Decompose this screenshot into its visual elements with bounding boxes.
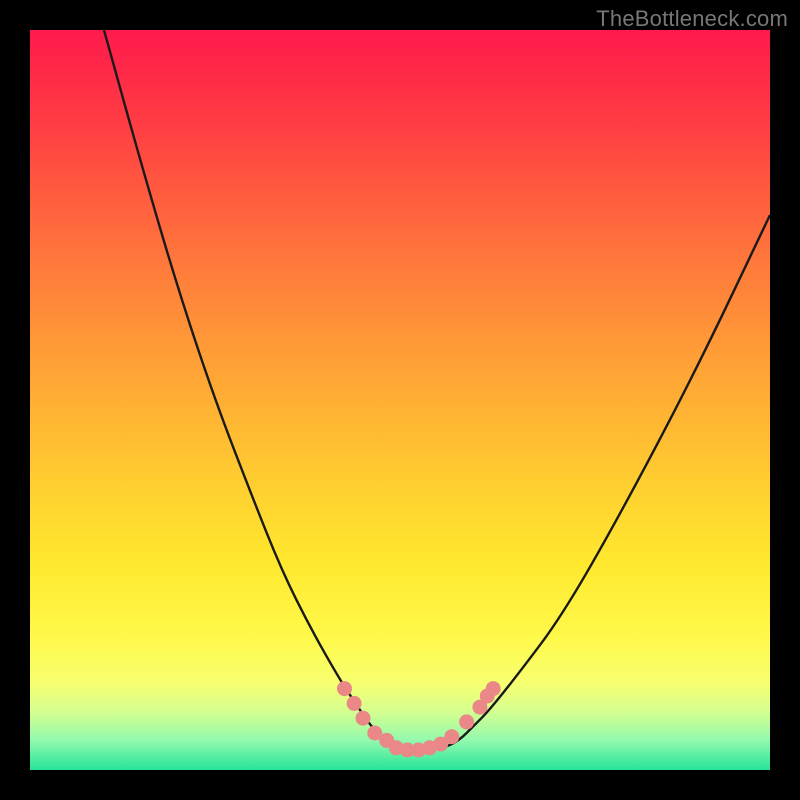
curve-marker [459,714,474,729]
curve-marker [486,681,501,696]
curve-markers [337,681,501,757]
chart-frame: TheBottleneck.com [0,0,800,800]
watermark-text: TheBottleneck.com [596,6,788,32]
chart-plot-area [30,30,770,770]
bottleneck-curve [104,30,770,748]
curve-marker [444,729,459,744]
curve-marker [356,711,371,726]
curve-marker [337,681,352,696]
curve-marker [347,696,362,711]
chart-svg [30,30,770,770]
